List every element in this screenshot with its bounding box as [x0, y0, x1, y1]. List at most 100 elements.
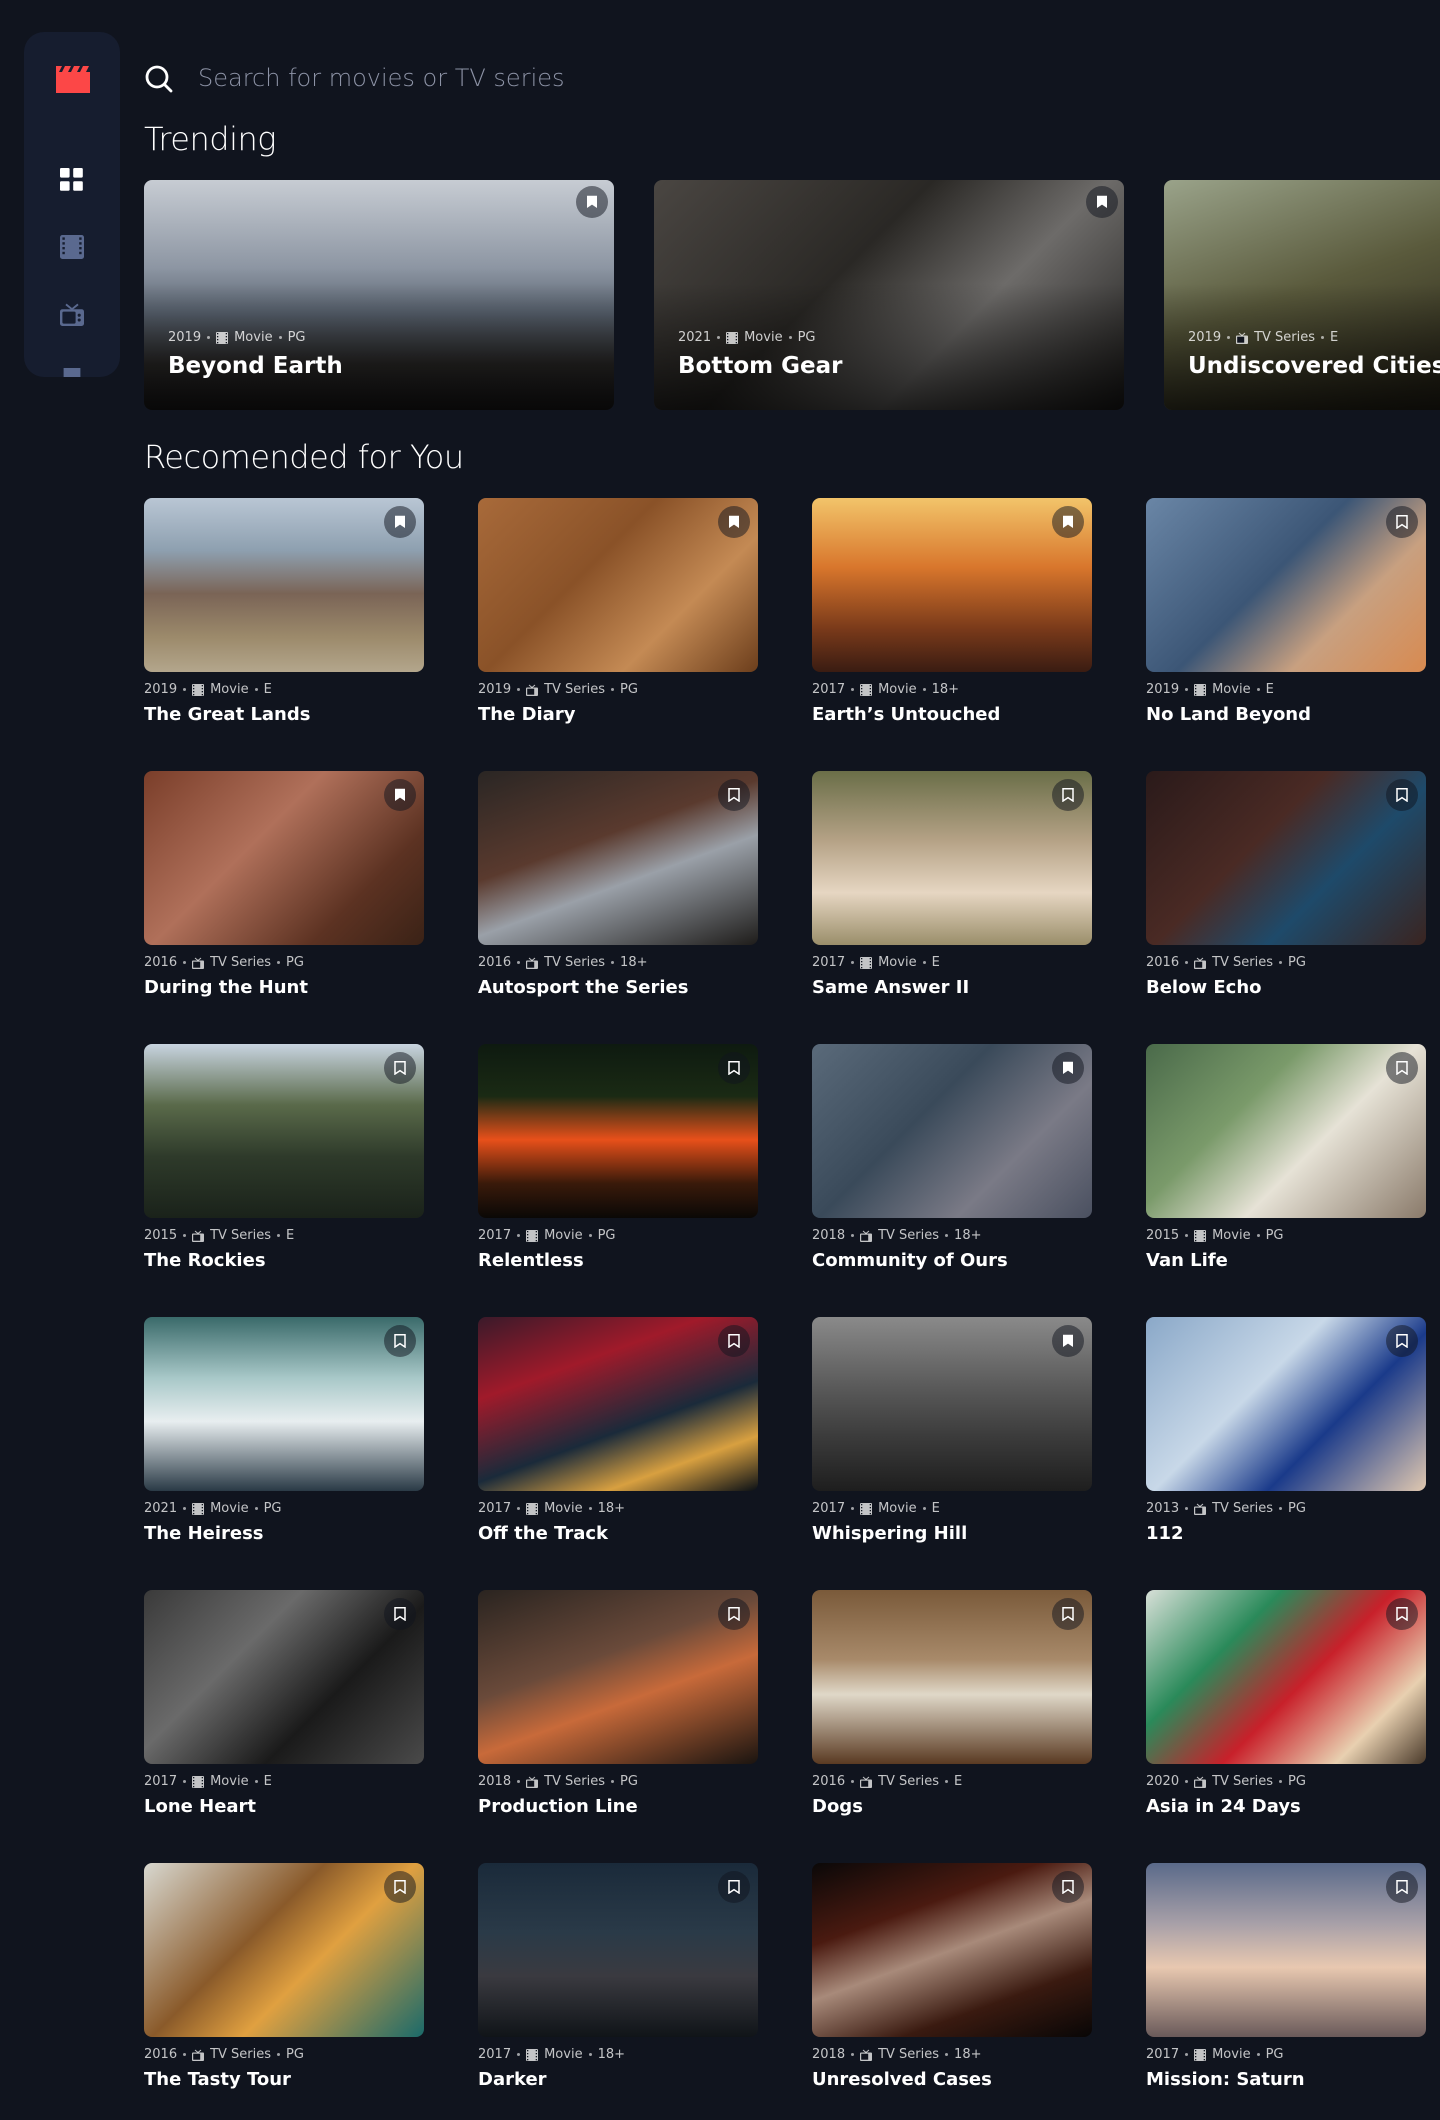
recommended-card[interactable]: 2018 TV Series 18+ Unresolved Cases — [812, 1863, 1092, 2099]
recommended-card[interactable]: 2017 Movie PG Relentless — [478, 1044, 758, 1280]
recommended-card[interactable]: 2016 TV Series PG The Tasty Tour — [144, 1863, 424, 2099]
recommended-card[interactable]: 2019 TV Series PG The Diary — [478, 498, 758, 734]
bookmark-icon — [1396, 1607, 1408, 1621]
bookmark-button[interactable] — [1052, 1871, 1084, 1903]
recommended-card[interactable]: 2017 Movie 18+ Earth’s Untouched — [812, 498, 1092, 734]
card-meta: 2015 Movie PG — [1146, 1228, 1284, 1243]
recommended-card[interactable]: 2017 Movie E Same Answer II — [812, 771, 1092, 1007]
recommended-card[interactable]: 2016 TV Series PG During the Hunt — [144, 771, 424, 1007]
rating: PG — [286, 2047, 304, 2062]
trending-card[interactable]: 2021 Movie PG Bottom Gear — [654, 180, 1124, 410]
separator-dot — [517, 688, 521, 691]
separator-dot — [517, 2053, 521, 2056]
recommended-card[interactable]: 2017 Movie 18+ Darker — [478, 1863, 758, 2099]
thumbnail-image — [1146, 1863, 1426, 2037]
separator-dot — [254, 1780, 258, 1783]
card-title: 112 — [1146, 1523, 1184, 1544]
card-title: The Diary — [478, 704, 576, 725]
bookmark-button[interactable] — [1052, 506, 1084, 538]
tv-category-icon — [860, 1776, 873, 1788]
bookmark-button[interactable] — [1052, 1598, 1084, 1630]
logo-icon[interactable] — [56, 66, 90, 93]
recommended-card[interactable]: 2020 TV Series PG Asia in 24 Days — [1146, 1590, 1426, 1826]
bookmark-icon — [394, 1607, 406, 1621]
bookmark-button[interactable] — [1386, 1598, 1418, 1630]
bookmark-button[interactable] — [1052, 1052, 1084, 1084]
recommended-card[interactable]: 2018 TV Series 18+ Community of Ours — [812, 1044, 1092, 1280]
recommended-card[interactable]: 2016 TV Series 18+ Autosport the Series — [478, 771, 758, 1007]
card-meta: 2017 Movie PG — [478, 1228, 616, 1243]
recommended-card[interactable]: 2016 TV Series E Dogs — [812, 1590, 1092, 1826]
card-title: Unresolved Cases — [812, 2069, 992, 2090]
bookmark-button[interactable] — [384, 1598, 416, 1630]
category: TV Series — [210, 1228, 272, 1243]
recommended-card[interactable]: 2018 TV Series PG Production Line — [478, 1590, 758, 1826]
bookmark-icon — [728, 1607, 740, 1621]
card-title: Lone Heart — [144, 1796, 257, 1817]
recommended-card[interactable]: 2013 TV Series PG 112 — [1146, 1317, 1426, 1553]
thumbnail-image — [1146, 1590, 1426, 1764]
rating: PG — [287, 330, 306, 345]
card-meta: 2016 TV Series PG — [144, 955, 304, 970]
recommended-card[interactable]: 2017 Movie 18+ Off the Track — [478, 1317, 758, 1553]
recommended-card[interactable]: 2015 TV Series E The Rockies — [144, 1044, 424, 1280]
bookmark-button[interactable] — [384, 1325, 416, 1357]
card-title: During the Hunt — [144, 977, 308, 998]
bookmark-button[interactable] — [384, 506, 416, 538]
bookmark-button[interactable] — [718, 779, 750, 811]
bookmark-icon — [1096, 195, 1108, 209]
movie-category-icon — [192, 1775, 205, 1788]
bookmark-button[interactable] — [718, 1598, 750, 1630]
category: TV Series — [544, 955, 606, 970]
card-thumbnail — [478, 1863, 758, 2037]
bookmark-icon[interactable] — [60, 368, 84, 377]
bookmark-button[interactable] — [718, 1871, 750, 1903]
bookmark-button[interactable] — [1386, 506, 1418, 538]
bookmark-icon — [1062, 1061, 1074, 1075]
recommended-card[interactable]: 2015 Movie PG Van Life — [1146, 1044, 1426, 1280]
recommended-card[interactable]: 2017 Movie E Whispering Hill — [812, 1317, 1092, 1553]
movie-category-icon — [726, 331, 739, 344]
recommended-card[interactable]: 2016 TV Series PG Below Echo — [1146, 771, 1426, 1007]
search-input[interactable] — [198, 60, 1098, 96]
rating: PG — [1265, 1228, 1284, 1243]
recommended-card[interactable]: 2019 Movie E The Great Lands — [144, 498, 424, 734]
card-thumbnail — [144, 1590, 424, 1764]
separator-dot — [1321, 336, 1325, 339]
card-meta: 2019 TV Series PG — [478, 682, 638, 697]
category: TV Series — [544, 1774, 606, 1789]
bookmark-button[interactable] — [718, 1325, 750, 1357]
movie-category-icon — [526, 2048, 539, 2061]
bookmark-button[interactable] — [1386, 1052, 1418, 1084]
bookmark-button[interactable] — [576, 186, 608, 218]
separator-dot — [517, 961, 521, 964]
bookmark-button[interactable] — [384, 1052, 416, 1084]
recommended-card[interactable]: 2017 Movie PG Mission: Saturn — [1146, 1863, 1426, 2099]
bookmark-button[interactable] — [384, 1871, 416, 1903]
tv-series-icon[interactable] — [60, 302, 84, 326]
trending-carousel[interactable]: 2019 Movie PG Beyond Earth 2021 Movie PG Bottom… — [144, 180, 1440, 410]
bookmark-button[interactable] — [1052, 1325, 1084, 1357]
recommended-card[interactable]: 2021 Movie PG The Heiress — [144, 1317, 424, 1553]
trending-meta: 2021 Movie PG — [678, 330, 816, 345]
recommended-card[interactable]: 2017 Movie E Lone Heart — [144, 1590, 424, 1826]
rating: PG — [797, 330, 816, 345]
category: TV Series — [1254, 330, 1316, 345]
trending-card[interactable]: 2019 TV Series E Undiscovered Cities — [1164, 180, 1440, 410]
year: 2017 — [1146, 2047, 1180, 2062]
bookmark-button[interactable] — [1052, 779, 1084, 811]
bookmark-button[interactable] — [1386, 1871, 1418, 1903]
bookmark-button[interactable] — [384, 779, 416, 811]
bookmark-icon — [1062, 1334, 1074, 1348]
bookmark-button[interactable] — [1386, 779, 1418, 811]
separator-dot — [851, 688, 855, 691]
bookmark-button[interactable] — [1386, 1325, 1418, 1357]
card-meta: 2018 TV Series 18+ — [812, 1228, 981, 1243]
recommended-card[interactable]: 2019 Movie E No Land Beyond — [1146, 498, 1426, 734]
home-icon[interactable] — [60, 168, 84, 192]
trending-card[interactable]: 2019 Movie PG Beyond Earth — [144, 180, 614, 410]
bookmark-button[interactable] — [718, 506, 750, 538]
bookmark-button[interactable] — [1086, 186, 1118, 218]
bookmark-button[interactable] — [718, 1052, 750, 1084]
movies-icon[interactable] — [60, 235, 84, 259]
